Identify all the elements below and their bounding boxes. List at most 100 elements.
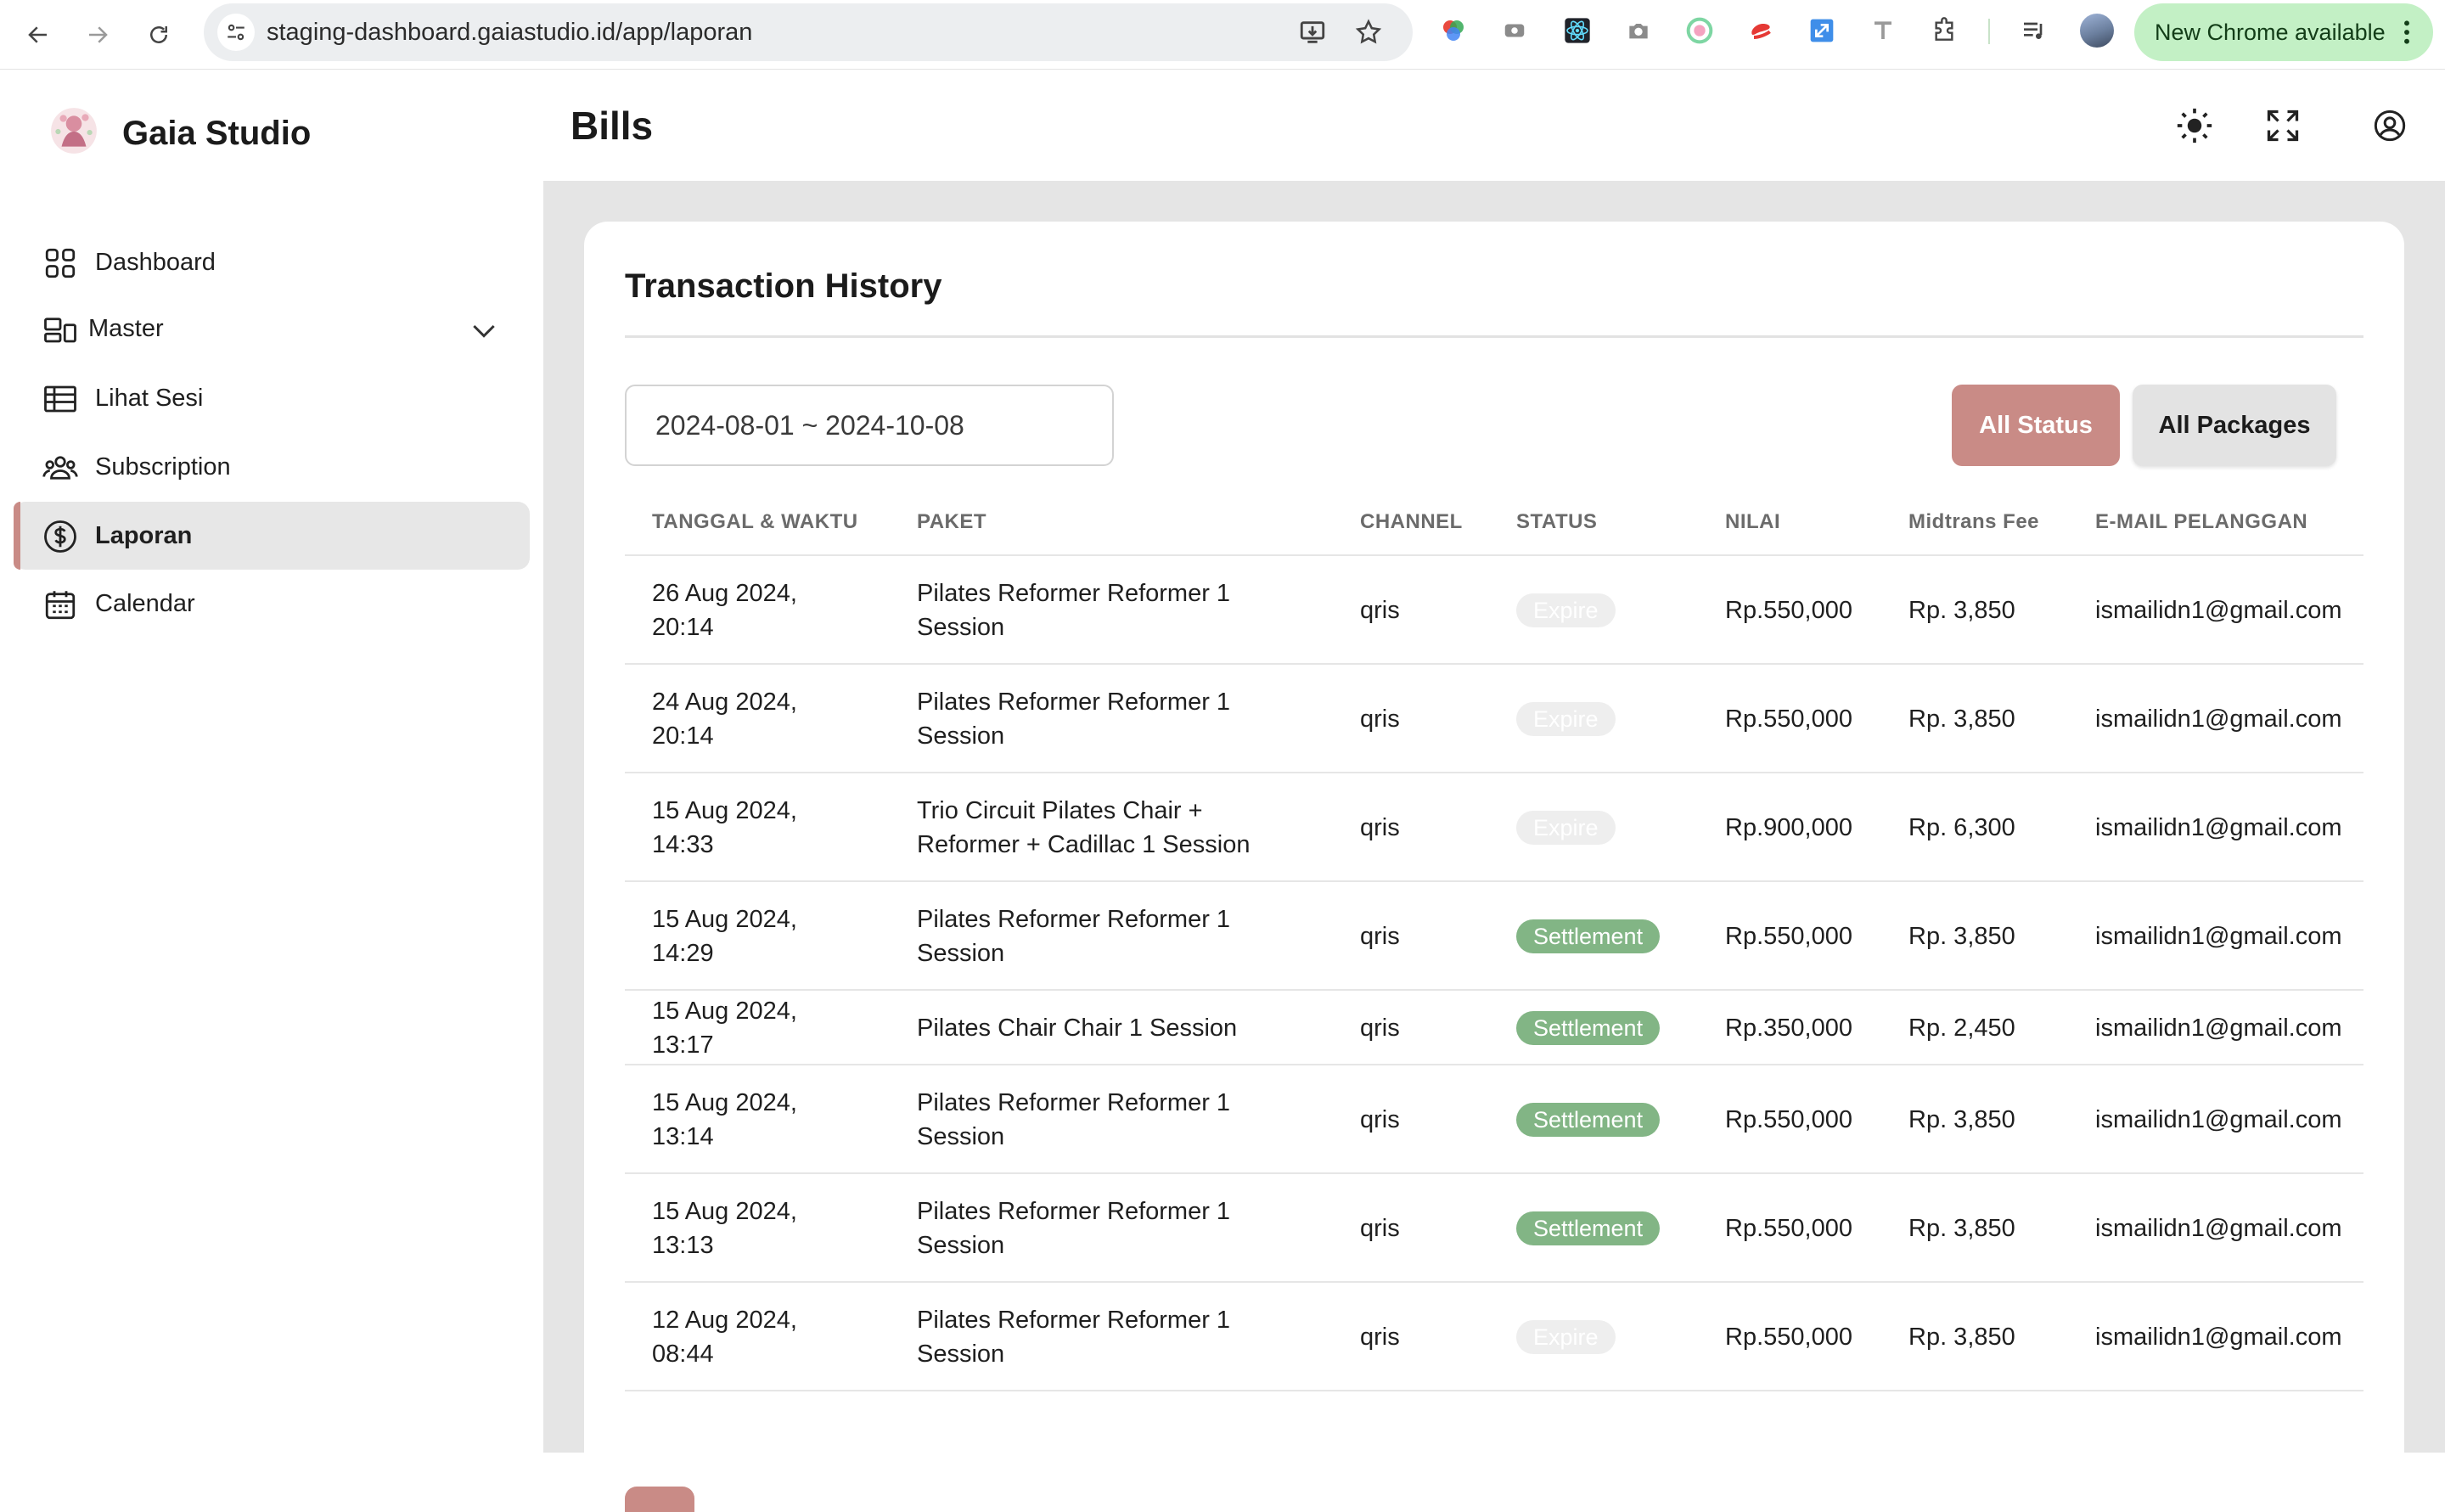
toolbar-divider [1988,19,1990,44]
new-chrome-button[interactable]: New Chrome available [2134,3,2433,61]
column-header-package: PAKET [917,510,987,533]
back-icon[interactable] [19,15,58,54]
table-row[interactable]: 15 Aug 2024, 13:14 Pilates Reformer Refor… [625,1065,2364,1174]
reload-icon[interactable] [139,15,178,54]
table-row[interactable]: 15 Aug 2024, 13:13 Pilates Reformer Refor… [625,1174,2364,1283]
table-row[interactable]: 15 Aug 2024, 13:17 Pilates Chair Chair 1 … [625,991,2364,1065]
pagination-button[interactable] [625,1487,694,1512]
status-filter-button[interactable]: All Status [1952,385,2120,466]
status-badge: Expire [1516,811,1616,845]
url-text[interactable]: staging-dashboard.gaiastudio.id/app/lapo… [267,19,752,47]
cell-email: ismailidn1@gmail.com [2095,597,2342,624]
cell-date: 24 Aug 2024, 20:14 [652,689,797,750]
forward-icon[interactable] [78,15,117,54]
cell-value: Rp.550,000 [1725,597,1852,624]
cell-email: ismailidn1@gmail.com [2095,1324,2342,1351]
cell-midtrans-fee: Rp. 3,850 [1908,1324,2015,1351]
chevron-down-icon[interactable] [467,313,501,347]
cell-value: Rp.550,000 [1725,1324,1852,1351]
brand[interactable]: Gaia Studio [48,104,311,157]
status-badge: Settlement [1516,1211,1661,1245]
table-row[interactable]: 26 Aug 2024, 20:14 Pilates Reformer Refor… [625,556,2364,665]
sidebar-item-laporan[interactable]: Laporan [14,502,530,570]
page-header: Bills [543,70,2445,181]
cell-midtrans-fee: Rp. 3,850 [1908,923,2015,950]
users-icon [42,456,78,480]
cell-channel: qris [1360,1215,1400,1242]
media-controls-icon[interactable] [2019,15,2049,46]
fullscreen-icon[interactable] [2262,104,2304,147]
column-header-channel: CHANNEL [1360,510,1463,533]
cell-midtrans-fee: Rp. 3,850 [1908,705,2015,733]
transaction-table: TANGGAL & WAKTU PAKET CHANNEL STATUS NIL… [625,485,2364,1391]
new-chrome-label: New Chrome available [2155,19,2386,45]
screen-extension-icon[interactable] [1499,15,1530,46]
cell-package: Pilates Reformer Reformer 1 Session [917,1198,1231,1259]
cell-email: ismailidn1@gmail.com [2095,1106,2342,1133]
camera-extension-icon[interactable] [1623,15,1654,46]
cell-package: Pilates Chair Chair 1 Session [917,1015,1238,1042]
color-picker-extension-icon[interactable] [1684,15,1715,46]
cell-package: Pilates Reformer Reformer 1 Session [917,906,1231,967]
table-row[interactable]: 15 Aug 2024, 14:29 Pilates Reformer Refor… [625,882,2364,991]
sidebar-item-calendar[interactable]: Calendar [14,570,530,638]
sidebar-item-label: Laporan [95,521,193,549]
dollar-icon [44,520,76,553]
cell-email: ismailidn1@gmail.com [2095,705,2342,733]
table-body: 26 Aug 2024, 20:14 Pilates Reformer Refor… [625,556,2364,1391]
brand-name: Gaia Studio [122,115,312,152]
red-extension-icon[interactable] [1745,15,1776,46]
table-row[interactable]: 12 Aug 2024, 08:44 Pilates Reformer Refor… [625,1283,2364,1391]
status-badge: Settlement [1516,1103,1661,1137]
column-header-value: NILAI [1725,510,1781,533]
sidebar-item-master[interactable]: Master [14,295,530,363]
table-row[interactable]: 15 Aug 2024, 14:33 Trio Circuit Pilates C… [625,773,2364,882]
cell-date: 15 Aug 2024, 13:17 [652,998,797,1059]
cell-channel: qris [1360,814,1400,841]
status-badge: Expire [1516,702,1616,736]
content-area: Transaction History 2024-08-01 ~ 2024-10… [543,181,2445,1512]
cell-package: Trio Circuit Pilates Chair + Reformer + … [917,797,1251,858]
date-range-input[interactable]: 2024-08-01 ~ 2024-10-08 [625,385,1114,466]
color-extension-icon[interactable] [1438,15,1469,46]
status-badge: Expire [1516,593,1616,627]
site-settings-icon[interactable] [217,14,255,51]
profile-avatar[interactable] [2080,14,2114,48]
sidebar: Gaia Studio Dashboard Master Lihat Sesi … [0,70,543,1453]
cell-date: 15 Aug 2024, 13:14 [652,1089,797,1150]
puzzle-extensions-icon[interactable] [1929,15,1959,46]
address-bar[interactable]: staging-dashboard.gaiastudio.id/app/lapo… [204,3,1413,61]
grid-icon [45,248,76,278]
user-account-icon[interactable] [2369,104,2411,147]
sidebar-item-dashboard[interactable]: Dashboard [14,228,530,296]
column-header-status: STATUS [1516,510,1598,533]
bookmark-star-icon[interactable] [1353,17,1384,48]
expand-extension-icon[interactable] [1807,15,1837,46]
table-icon [44,385,76,413]
card-divider [625,335,2364,338]
theme-toggle-sun-icon[interactable] [2173,104,2216,147]
cell-date: 26 Aug 2024, 20:14 [652,580,797,641]
text-extension-icon[interactable] [1868,15,1898,46]
sidebar-item-label: Subscription [95,452,231,481]
cell-date: 15 Aug 2024, 13:13 [652,1198,797,1259]
card-title: Transaction History [625,267,942,305]
cell-date: 15 Aug 2024, 14:29 [652,906,797,967]
status-badge: Settlement [1516,919,1661,953]
react-devtools-icon[interactable] [1562,15,1593,46]
status-badge: Settlement [1516,1011,1661,1045]
cell-channel: qris [1360,1106,1400,1133]
sidebar-item-label: Lihat Sesi [95,384,204,412]
cell-midtrans-fee: Rp. 3,850 [1908,1106,2015,1133]
packages-filter-button[interactable]: All Packages [2133,385,2336,466]
cell-package: Pilates Reformer Reformer 1 Session [917,1089,1231,1150]
sidebar-item-subscription[interactable]: Subscription [14,433,530,501]
status-badge: Expire [1516,1320,1616,1354]
table-header-row: TANGGAL & WAKTU PAKET CHANNEL STATUS NIL… [625,485,2364,556]
cell-value: Rp.550,000 [1725,923,1852,950]
table-row[interactable]: 24 Aug 2024, 20:14 Pilates Reformer Refor… [625,665,2364,773]
kebab-menu-icon[interactable] [2403,19,2411,46]
sidebar-item-lihat-sesi[interactable]: Lihat Sesi [14,364,530,432]
install-app-icon[interactable] [1297,17,1328,48]
sidebar-item-label: Calendar [95,589,195,617]
